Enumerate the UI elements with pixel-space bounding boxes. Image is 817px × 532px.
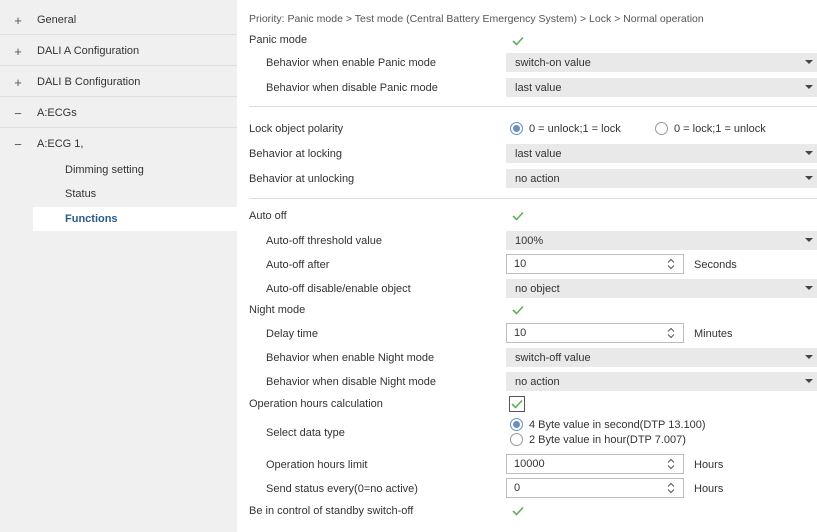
sidebar-item-dali-b[interactable]: + DALI B Configuration <box>0 68 237 97</box>
chevron-down-icon <box>805 151 813 155</box>
send-status-label: Send status every(0=no active) <box>266 483 418 495</box>
spinner-value: 10 <box>514 258 527 270</box>
expand-icon[interactable]: + <box>11 44 25 59</box>
dropdown-value: switch-off value <box>515 351 591 364</box>
unit-label: Seconds <box>694 259 737 271</box>
sidebar-item-label: DALI B Configuration <box>37 76 141 88</box>
panic-disable-label: Behavior when disable Panic mode <box>266 82 438 94</box>
auto-off-label: Auto off <box>249 210 287 222</box>
night-enable-dropdown[interactable]: switch-off value <box>506 348 817 367</box>
chevron-down-icon <box>805 355 813 359</box>
data-type-option-1: 4 Byte value in second(DTP 13.100) <box>529 419 706 431</box>
dropdown-value: last value <box>515 147 562 160</box>
sidebar: + General + DALI A Configuration + DALI … <box>0 0 237 532</box>
standby-label: Be in control of standby switch-off <box>249 505 414 517</box>
sidebar-item-label: A:ECG 1, <box>37 138 84 150</box>
data-type-label: Select data type <box>266 427 345 439</box>
spinner-arrows-icon[interactable] <box>667 327 675 339</box>
panic-mode-checkbox[interactable] <box>512 36 524 46</box>
locking-label: Behavior at locking <box>249 148 342 160</box>
spinner-arrows-icon[interactable] <box>667 458 675 470</box>
unlocking-label: Behavior at unlocking <box>249 173 355 185</box>
dropdown-value: no object <box>515 282 560 295</box>
panic-mode-label: Panic mode <box>249 34 308 46</box>
hours-limit-label: Operation hours limit <box>266 459 368 471</box>
collapse-icon[interactable]: − <box>11 106 25 121</box>
sidebar-item-status[interactable]: Status <box>0 183 237 205</box>
auto-off-threshold-label: Auto-off threshold value <box>266 235 382 247</box>
sidebar-item-label: A:ECGs <box>37 107 77 119</box>
sidebar-item-label: DALI A Configuration <box>37 45 140 57</box>
collapse-icon[interactable]: − <box>11 137 25 152</box>
dropdown-value: switch-on value <box>515 56 591 69</box>
dropdown-value: no action <box>515 172 560 185</box>
polarity-option-2: 0 = lock;1 = unlock <box>674 123 766 135</box>
auto-off-object-label: Auto-off disable/enable object <box>266 283 411 295</box>
chevron-down-icon <box>805 60 813 64</box>
sidebar-item-ecg1[interactable]: − A:ECG 1, <box>0 133 237 155</box>
sidebar-item-functions[interactable]: Functions <box>33 207 237 231</box>
spinner-value: 10 <box>514 327 527 339</box>
chevron-down-icon <box>805 176 813 180</box>
night-enable-label: Behavior when enable Night mode <box>266 352 435 364</box>
delay-time-label: Delay time <box>266 328 318 340</box>
panic-disable-dropdown[interactable]: last value <box>506 78 817 97</box>
spinner-value: 0 <box>514 482 521 494</box>
night-mode-label: Night mode <box>249 304 306 316</box>
auto-off-after-spinner[interactable]: 10 <box>506 254 684 274</box>
dropdown-value: no action <box>515 375 560 388</box>
breadcrumb: Priority: Panic mode > Test mode (Centra… <box>249 13 704 25</box>
lock-polarity-label: Lock object polarity <box>249 123 344 135</box>
spinner-value: 10000 <box>514 458 545 470</box>
spinner-arrows-icon[interactable] <box>667 258 675 270</box>
operation-hours-label: Operation hours calculation <box>249 398 383 410</box>
panic-enable-label: Behavior when enable Panic mode <box>266 57 437 69</box>
sidebar-item-label: Status <box>65 188 97 200</box>
auto-off-threshold-dropdown[interactable]: 100% <box>506 231 817 250</box>
unit-label: Minutes <box>694 328 733 340</box>
sidebar-item-ecgs[interactable]: − A:ECGs <box>0 99 237 128</box>
operation-hours-checkbox[interactable] <box>509 396 525 412</box>
section-divider <box>249 106 817 107</box>
polarity-option-1: 0 = unlock;1 = lock <box>529 123 621 135</box>
polarity-radio-2[interactable] <box>655 122 668 135</box>
expand-icon[interactable]: + <box>11 75 25 90</box>
unlocking-dropdown[interactable]: no action <box>506 169 817 188</box>
sidebar-item-label: Functions <box>65 213 118 225</box>
chevron-down-icon <box>805 379 813 383</box>
chevron-down-icon <box>805 286 813 290</box>
sidebar-item-dali-a[interactable]: + DALI A Configuration <box>0 37 237 66</box>
send-status-spinner[interactable]: 0 <box>506 478 684 498</box>
unit-label: Hours <box>694 483 724 495</box>
data-type-radio-2[interactable] <box>510 433 523 446</box>
unit-label: Hours <box>694 459 724 471</box>
auto-off-object-dropdown[interactable]: no object <box>506 279 817 298</box>
expand-icon[interactable]: + <box>11 13 25 28</box>
auto-off-checkbox[interactable] <box>512 211 524 221</box>
sidebar-item-general[interactable]: + General <box>0 6 237 35</box>
locking-dropdown[interactable]: last value <box>506 144 817 163</box>
night-disable-dropdown[interactable]: no action <box>506 372 817 391</box>
sidebar-item-label: General <box>37 14 77 26</box>
delay-time-spinner[interactable]: 10 <box>506 323 684 343</box>
section-divider <box>249 198 817 199</box>
data-type-option-2: 2 Byte value in hour(DTP 7.007) <box>529 434 686 446</box>
standby-checkbox[interactable] <box>512 506 524 516</box>
night-disable-label: Behavior when disable Night mode <box>266 376 436 388</box>
auto-off-after-label: Auto-off after <box>266 259 330 271</box>
hours-limit-spinner[interactable]: 10000 <box>506 454 684 474</box>
data-type-radio-1[interactable] <box>510 418 523 431</box>
dropdown-value: last value <box>515 81 562 94</box>
polarity-radio-1[interactable] <box>510 122 523 135</box>
night-mode-checkbox[interactable] <box>512 305 524 315</box>
dropdown-value: 100% <box>515 234 544 247</box>
check-icon <box>511 399 523 409</box>
chevron-down-icon <box>805 85 813 89</box>
panic-enable-dropdown[interactable]: switch-on value <box>506 53 817 72</box>
spinner-arrows-icon[interactable] <box>667 482 675 494</box>
parameter-panel: Priority: Panic mode > Test mode (Centra… <box>237 0 817 532</box>
chevron-down-icon <box>805 238 813 242</box>
sidebar-item-dimming[interactable]: Dimming setting <box>0 159 237 181</box>
sidebar-item-label: Dimming setting <box>65 164 144 176</box>
